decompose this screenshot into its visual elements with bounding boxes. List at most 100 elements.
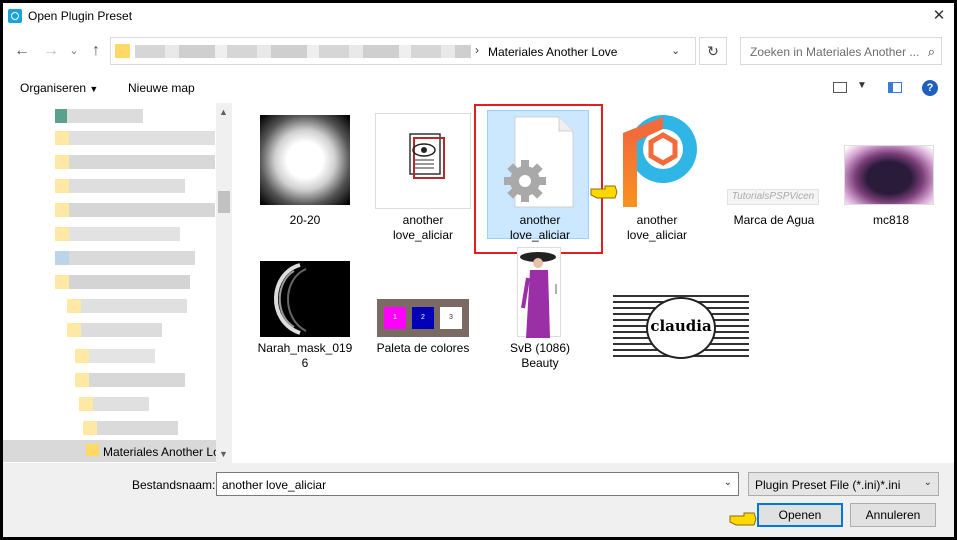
caret-down-icon[interactable]: ▼ — [857, 80, 867, 91]
file-label: mc818 — [872, 213, 910, 227]
palette-swatch-label: 2 — [412, 307, 434, 329]
file-item-paleta[interactable]: 1 2 3 Paleta de colores — [368, 253, 478, 383]
eye-document-icon — [409, 133, 445, 179]
up-arrow-icon[interactable]: ↑ — [85, 41, 107, 61]
settings-file-thumbnail — [495, 113, 585, 209]
filetype-select[interactable]: Plugin Preset File (*.ini)*.ini ⌄ — [748, 472, 939, 496]
cancel-button[interactable]: Annuleren — [850, 503, 936, 527]
footer-bar: Bestandsnaam: another love_aliciar ⌄ Plu… — [3, 463, 954, 537]
tree-item[interactable] — [55, 227, 180, 241]
tree-item[interactable] — [83, 421, 178, 435]
tree-item[interactable] — [55, 131, 215, 145]
open-button[interactable]: Openen — [757, 503, 843, 527]
hand-svg — [590, 185, 618, 199]
file-label: Paleta de colores — [376, 341, 470, 355]
back-arrow-icon[interactable]: ← — [11, 41, 33, 61]
tree-item[interactable] — [79, 397, 149, 411]
palette-swatch-label: 1 — [384, 307, 406, 329]
tree-item[interactable] — [55, 203, 215, 217]
vertical-scrollbar[interactable]: ▲ ▼ — [216, 103, 232, 463]
tree-item[interactable] — [55, 155, 215, 169]
breadcrumb-separator-icon: › — [475, 43, 479, 57]
crescent-mask-icon — [274, 263, 307, 335]
scroll-thumb[interactable] — [218, 191, 230, 213]
striped-thumbnail: claudia — [613, 295, 749, 361]
forward-arrow-icon[interactable]: → — [40, 41, 62, 61]
close-icon[interactable]: ✕ — [924, 3, 954, 29]
gear-file-icon — [504, 116, 574, 208]
title-bar: Open Plugin Preset ✕ — [3, 3, 954, 29]
view-options-icon[interactable] — [833, 82, 847, 93]
palette-thumbnail: 1 2 3 — [377, 299, 469, 337]
file-item-narah-mask[interactable]: Narah_mask_019 6 — [250, 253, 360, 383]
file-label: another love_aliciar — [626, 213, 688, 242]
file-label: Narah_mask_019 6 — [257, 341, 353, 370]
file-item-marca-de-agua[interactable]: TutorialsPSPVicen Marca de Agua — [719, 105, 829, 235]
file-label: Marca de Agua — [733, 213, 815, 227]
file-item-20-20[interactable]: 20-20 — [250, 105, 360, 235]
paintshop-logo-icon — [623, 115, 697, 207]
organize-menu[interactable]: Organiseren ▼ — [20, 81, 98, 95]
filetype-value: Plugin Preset File (*.ini)*.ini — [755, 478, 901, 492]
watermark-thumbnail: TutorialsPSPVicen — [727, 189, 819, 205]
file-item-another-love-selected[interactable]: another love_aliciar — [485, 105, 595, 245]
document-thumbnail — [375, 113, 471, 209]
scroll-down-icon[interactable]: ▼ — [219, 449, 228, 459]
app-file-thumbnail — [617, 113, 697, 209]
preview-pane-icon[interactable] — [888, 82, 902, 93]
blurred-path — [135, 45, 471, 58]
woman-figure-icon — [520, 252, 557, 338]
tree-item[interactable] — [67, 299, 187, 313]
mask-thumbnail — [260, 261, 350, 337]
pointing-hand-icon — [728, 510, 758, 531]
tree-item[interactable] — [55, 179, 185, 193]
chevron-down-icon[interactable]: ⌄ — [924, 477, 932, 488]
file-item-svb-beauty[interactable]: SvB (1086) Beauty — [485, 243, 595, 383]
claudia-badge-text: claudia — [650, 317, 712, 335]
file-label: another love_aliciar — [509, 213, 571, 242]
file-label: SvB (1086) Beauty — [509, 341, 571, 370]
file-label: 20-20 — [289, 213, 321, 227]
folder-icon — [115, 44, 130, 58]
pointing-hand-icon — [589, 183, 619, 204]
scroll-up-icon[interactable]: ▲ — [219, 107, 228, 117]
navigation-bar: ← → ⌄ ↑ › Materiales Another Love ⌄ ↻ Zo… — [3, 29, 954, 71]
tree-item[interactable] — [75, 373, 185, 387]
search-input[interactable]: Zoeken in Materiales Another ... ⌕ — [740, 37, 942, 65]
command-bar: Organiseren ▼ Nieuwe map ▼ ? — [3, 71, 954, 103]
navigation-pane: Materiales Another Love ▲ ▼ — [3, 103, 232, 463]
filename-label: Bestandsnaam: — [132, 478, 216, 492]
chevron-down-icon[interactable]: ⌄ — [724, 477, 732, 488]
new-folder-button[interactable]: Nieuwe map — [128, 81, 195, 95]
tree-item[interactable] — [55, 109, 143, 123]
search-icon[interactable]: ⌕ — [928, 44, 935, 60]
window-title: Open Plugin Preset — [28, 9, 133, 23]
filename-value: another love_aliciar — [222, 478, 327, 492]
open-dialog: Open Plugin Preset ✕ ← → ⌄ ↑ › Materiale… — [3, 3, 954, 537]
tree-item[interactable] — [55, 251, 195, 265]
tree-item-label[interactable]: Materiales Another Love — [103, 445, 216, 459]
file-item-another-love-psp[interactable]: another love_aliciar — [602, 105, 712, 245]
organize-label: Organiseren — [20, 81, 87, 95]
tree-item[interactable] — [67, 323, 162, 337]
folder-icon — [86, 444, 99, 456]
file-item-mc818[interactable]: mc818 — [836, 105, 946, 235]
file-item-claudia[interactable]: claudia — [610, 253, 750, 383]
breadcrumb-current[interactable]: Materiales Another Love — [488, 45, 617, 59]
woman-thumbnail — [517, 247, 561, 338]
address-bar[interactable]: › Materiales Another Love ⌄ — [110, 37, 696, 65]
recent-dropdown-icon[interactable]: ⌄ — [63, 41, 85, 61]
chevron-down-icon[interactable]: ⌄ — [671, 44, 680, 57]
tree-item[interactable] — [75, 349, 155, 363]
tree-item[interactable] — [55, 275, 190, 289]
refresh-icon[interactable]: ↻ — [699, 37, 727, 65]
claudia-badge: claudia — [646, 297, 716, 359]
hand-svg — [729, 512, 757, 526]
file-view: 20-20 another love_aliciar another love_… — [232, 103, 954, 463]
app-icon — [8, 9, 22, 23]
filename-input[interactable]: another love_aliciar ⌄ — [216, 472, 739, 496]
caret-down-icon: ▼ — [89, 84, 99, 94]
help-icon[interactable]: ? — [922, 80, 938, 96]
palette-swatch-label: 3 — [440, 307, 462, 329]
file-item-another-love-doc[interactable]: another love_aliciar — [368, 105, 478, 245]
